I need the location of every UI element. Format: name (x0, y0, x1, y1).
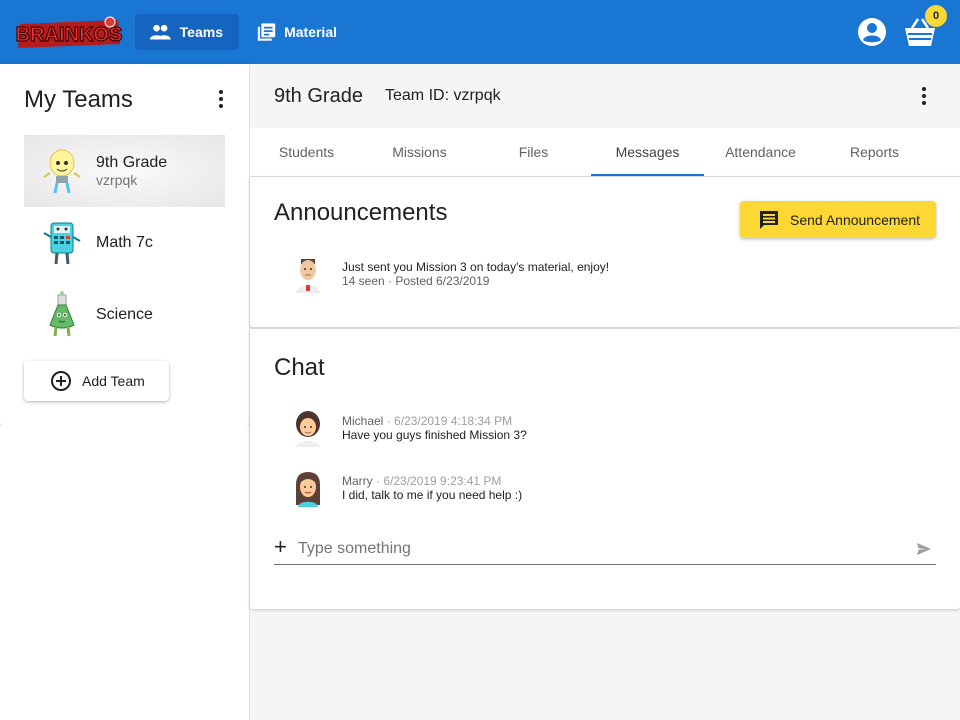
chat-card: Chat Michael · 6/23/2019 4:18:34 PM Have… (250, 329, 960, 609)
top-app-bar: BRAINKOS Teams Material 0 (0, 0, 960, 64)
library-books-icon (257, 23, 276, 41)
team-id: Team ID: vzrpqk (385, 87, 501, 104)
team-name: Science (96, 306, 153, 323)
message-icon (760, 210, 778, 229)
tab-messages[interactable]: Messages (591, 128, 704, 176)
account-circle-icon[interactable] (856, 16, 888, 48)
team-name: 9th Grade (96, 154, 168, 171)
chat-input-row: + (274, 534, 936, 565)
team-item-science[interactable]: Science (24, 279, 225, 351)
add-team-button[interactable]: Add Team (24, 361, 169, 401)
announcements-card: Announcements Send Announcement Just sen… (250, 177, 960, 327)
logo-text: BRAINKOS (16, 24, 123, 46)
my-teams-panel: My Teams 9th Grade vzrpqk Math 7c Scienc… (0, 64, 249, 425)
nav-material-label: Material (284, 24, 337, 40)
teacher-avatar (296, 259, 320, 293)
team-header: 9th Grade Team ID: vzrpqk (250, 64, 960, 128)
team-item-math-7c[interactable]: Math 7c (24, 207, 225, 279)
chat-message-input[interactable] (298, 540, 898, 558)
my-teams-title: My Teams (24, 86, 133, 113)
team-code: vzrpqk (96, 172, 138, 188)
add-team-label: Add Team (82, 373, 145, 389)
chat-text: Have you guys finished Mission 3? (342, 428, 527, 442)
chat-title: Chat (274, 354, 325, 381)
chat-author: Marry (342, 474, 373, 488)
add-circle-outline-icon (51, 371, 71, 391)
chat-author: Michael (342, 414, 384, 428)
team-item-9th-grade[interactable]: 9th Grade vzrpqk (24, 135, 225, 207)
active-tab-indicator (591, 174, 704, 176)
announcement-text: Just sent you Mission 3 on today's mater… (342, 260, 610, 274)
tab-files[interactable]: Files (477, 128, 590, 176)
chat-timestamp: · 6/23/2019 4:18:34 PM (383, 414, 513, 428)
tab-attendance[interactable]: Attendance (704, 128, 817, 176)
send-icon[interactable] (916, 542, 932, 556)
send-announcement-label: Send Announcement (790, 211, 920, 228)
tab-reports[interactable]: Reports (818, 128, 931, 176)
nav-teams-button[interactable]: Teams (135, 14, 239, 50)
sidebar-background (0, 425, 249, 720)
announcements-title: Announcements (274, 199, 448, 226)
flask-character-icon (49, 291, 75, 337)
announcement-item: Just sent you Mission 3 on today's mater… (290, 255, 609, 293)
send-announcement-button[interactable]: Send Announcement (740, 201, 936, 238)
people-icon (149, 24, 171, 40)
nav-teams-label: Teams (179, 24, 223, 40)
team-title: 9th Grade (274, 85, 363, 107)
brainkos-logo[interactable]: BRAINKOS (14, 10, 124, 54)
chat-timestamp: · 6/23/2019 9:23:41 PM (372, 474, 502, 488)
team-name: Math 7c (96, 234, 153, 251)
team-tabs: Students Missions Files Messages Attenda… (250, 128, 960, 177)
team-more-icon[interactable] (912, 84, 936, 108)
add-attachment-icon[interactable]: + (274, 534, 298, 560)
calculator-character-icon (43, 222, 81, 265)
marry-avatar (296, 472, 320, 507)
nav-material-button[interactable]: Material (243, 14, 353, 50)
lightbulb-character-icon (43, 149, 81, 194)
michael-avatar (296, 411, 320, 447)
chat-message: Michael · 6/23/2019 4:18:34 PM Have you … (290, 409, 527, 447)
basket-count-badge: 0 (925, 5, 947, 27)
chat-message: Marry · 6/23/2019 9:23:41 PM I did, talk… (290, 469, 522, 507)
announcement-meta: 14 seen · Posted 6/23/2019 (342, 274, 490, 288)
my-teams-more-icon[interactable] (209, 87, 233, 111)
tab-missions[interactable]: Missions (363, 128, 476, 176)
chat-text: I did, talk to me if you need help :) (342, 488, 523, 502)
tab-students[interactable]: Students (250, 128, 363, 176)
